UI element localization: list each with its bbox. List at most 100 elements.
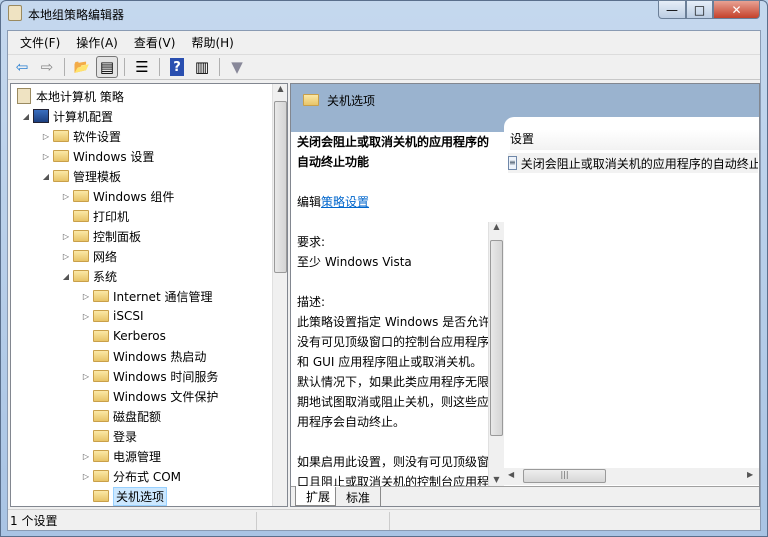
tree-item[interactable]: ▷ Windows 设置 (41, 146, 154, 166)
tree-item[interactable]: ▷ 软件设置 (41, 126, 121, 146)
folder-icon (73, 270, 89, 282)
collapsed-arrow-icon[interactable]: ▷ (61, 252, 71, 261)
expanded-arrow-icon[interactable]: ◢ (41, 172, 51, 181)
computer-icon (33, 109, 49, 123)
back-icon[interactable]: ⇦ (11, 56, 33, 78)
collapsed-arrow-icon[interactable]: ▷ (81, 452, 91, 461)
list-horizontal-scrollbar[interactable]: ◀ ||| ▶ (504, 468, 759, 485)
collapsed-arrow-icon[interactable]: ▷ (81, 312, 91, 321)
folder-icon (93, 290, 109, 302)
column-header-setting[interactable]: 设置 (510, 130, 759, 150)
folder-icon (303, 94, 319, 106)
description-text: 关闭会阻止或取消关机的应用程序的自动终止功能 编辑策略设置 要求: 至少 Wind… (297, 132, 493, 486)
menu-action[interactable]: 操作(A) (68, 31, 126, 53)
toolbar: ⇦ ⇨ 📂 ▤ ☰ ? ▥ ▼ (8, 54, 760, 80)
forward-icon[interactable]: ⇨ (36, 56, 58, 78)
menu-bar: 文件(F) 操作(A) 查看(V) 帮助(H) (8, 31, 760, 53)
filter-icon[interactable]: ▼ (226, 56, 248, 78)
scroll-left-icon[interactable]: ◀ (508, 470, 514, 479)
toolbar-separator (159, 58, 160, 76)
collapsed-arrow-icon[interactable]: ▷ (61, 192, 71, 201)
tree-item-label: 管理模板 (73, 169, 122, 184)
tree-item[interactable]: Windows 文件保护 (81, 386, 218, 406)
tree-item[interactable]: 磁盘配额 (81, 406, 161, 426)
tree-item[interactable]: ▷ 电源管理 (81, 446, 161, 466)
tree-scrollbar[interactable]: ▲ (272, 84, 287, 506)
tree-item[interactable]: Kerberos (81, 326, 166, 346)
tab-standard[interactable]: 标准 (335, 487, 382, 506)
tree-item[interactable]: ▷ Windows 时间服务 (81, 366, 218, 386)
list-item[interactable]: ≡ 关闭会阻止或取消关机的应用程序的自动终止功能 (508, 153, 758, 173)
description-scrollbar[interactable]: ▲ ▼ (488, 222, 504, 486)
folder-icon (93, 450, 109, 462)
show-hide-tree-icon[interactable]: ▤ (96, 56, 118, 78)
folder-icon (73, 250, 89, 262)
collapsed-arrow-icon[interactable]: ▷ (61, 232, 71, 241)
close-button[interactable]: ✕ (713, 0, 760, 19)
tree-item-label: 分布式 COM (113, 469, 181, 484)
folder-icon (93, 430, 109, 442)
edit-prefix: 编辑 (297, 195, 322, 209)
scroll-up-icon[interactable]: ▲ (273, 84, 287, 93)
folder-icon (73, 230, 89, 242)
tree-pane: 本地计算机 策略 ◢ 计算机配置 ▷ 软件设置 ▷ Windows 设置 ◢ 管理模板 ▷ Wind… (10, 83, 288, 507)
minimize-button[interactable]: — (658, 0, 686, 19)
status-text: 1 个设置 (10, 514, 58, 528)
menu-view[interactable]: 查看(V) (126, 31, 184, 53)
tree-item-label: 系统 (93, 269, 118, 284)
tree-item[interactable]: ▷ Windows 组件 (61, 186, 174, 206)
tree-item[interactable]: ▷ Internet 通信管理 (81, 286, 213, 306)
tree-item[interactable]: ◢ 计算机配置 (21, 106, 113, 126)
export-list-icon[interactable]: ☰ (131, 56, 153, 78)
tree-item-label: 计算机配置 (53, 109, 114, 124)
tree-item[interactable]: ▷ 控制面板 (61, 226, 141, 246)
tree-item-label: Internet 通信管理 (113, 289, 213, 304)
details-pane: 关机选项 关闭会阻止或取消关机的应用程序的自动终止功能 编辑策略设置 要求: 至少… (290, 83, 760, 507)
tree-item-label: Windows 文件保护 (113, 389, 219, 404)
collapsed-arrow-icon[interactable]: ▷ (81, 292, 91, 301)
expanded-arrow-icon[interactable]: ◢ (61, 272, 71, 281)
tree-item[interactable]: ▷ iSCSI (81, 306, 144, 326)
tree-item[interactable]: ▷ 网络 (61, 246, 117, 266)
collapsed-arrow-icon[interactable]: ▷ (81, 472, 91, 481)
folder-icon (93, 350, 109, 362)
collapsed-arrow-icon[interactable]: ▷ (41, 132, 51, 141)
menu-help[interactable]: 帮助(H) (183, 31, 241, 53)
requirements-value: 至少 Windows Vista (297, 255, 412, 269)
toolbar-separator (219, 58, 220, 76)
list-scroll-thumb[interactable]: ||| (523, 469, 606, 483)
policy-settings-link[interactable]: 策略设置 (321, 195, 369, 209)
collapsed-arrow-icon[interactable]: ▷ (81, 372, 91, 381)
tree-item-label: 登录 (113, 429, 138, 444)
expanded-arrow-icon[interactable]: ◢ (21, 112, 31, 121)
collapsed-arrow-icon[interactable]: ▷ (41, 152, 51, 161)
tree-item[interactable]: Windows 热启动 (81, 346, 206, 366)
folder-icon (93, 410, 109, 422)
tree-item[interactable]: ◢ 系统 (61, 266, 117, 286)
status-divider (256, 512, 257, 530)
scroll-up-icon[interactable]: ▲ (489, 222, 504, 231)
help-icon[interactable]: ? (170, 58, 184, 76)
description-panel: 关闭会阻止或取消关机的应用程序的自动终止功能 编辑策略设置 要求: 至少 Wind… (291, 132, 504, 486)
tree-item[interactable]: 登录 (81, 426, 137, 446)
list-item-label: 关闭会阻止或取消关机的应用程序的自动终止功能 (520, 156, 758, 171)
requirements-label: 要求: (297, 235, 326, 249)
policy-setting-icon: ≡ (508, 156, 517, 170)
settings-list: 设置 ≡ 关闭会阻止或取消关机的应用程序的自动终止功能 (504, 117, 759, 471)
menu-file[interactable]: 文件(F) (12, 31, 68, 53)
up-folder-icon[interactable]: 📂 (71, 56, 93, 78)
tree-item[interactable]: ▷ 分布式 COM (81, 466, 181, 486)
tree-item[interactable]: 关机选项 (81, 486, 168, 506)
tree-scroll-thumb[interactable] (274, 101, 287, 273)
tree-item[interactable]: 本地计算机 策略 (17, 86, 124, 106)
tree-item[interactable]: ◢ 管理模板 (41, 166, 121, 186)
policy-icon (17, 88, 31, 104)
show-action-pane-icon[interactable]: ▥ (191, 56, 213, 78)
tree-item[interactable]: 打印机 (61, 206, 129, 226)
maximize-button[interactable]: □ (686, 0, 713, 19)
scroll-down-icon[interactable]: ▼ (489, 475, 504, 484)
toolbar-separator (64, 58, 65, 76)
description-scroll-thumb[interactable] (490, 240, 503, 436)
tree-item-label: Windows 热启动 (113, 349, 207, 364)
scroll-right-icon[interactable]: ▶ (747, 470, 753, 479)
